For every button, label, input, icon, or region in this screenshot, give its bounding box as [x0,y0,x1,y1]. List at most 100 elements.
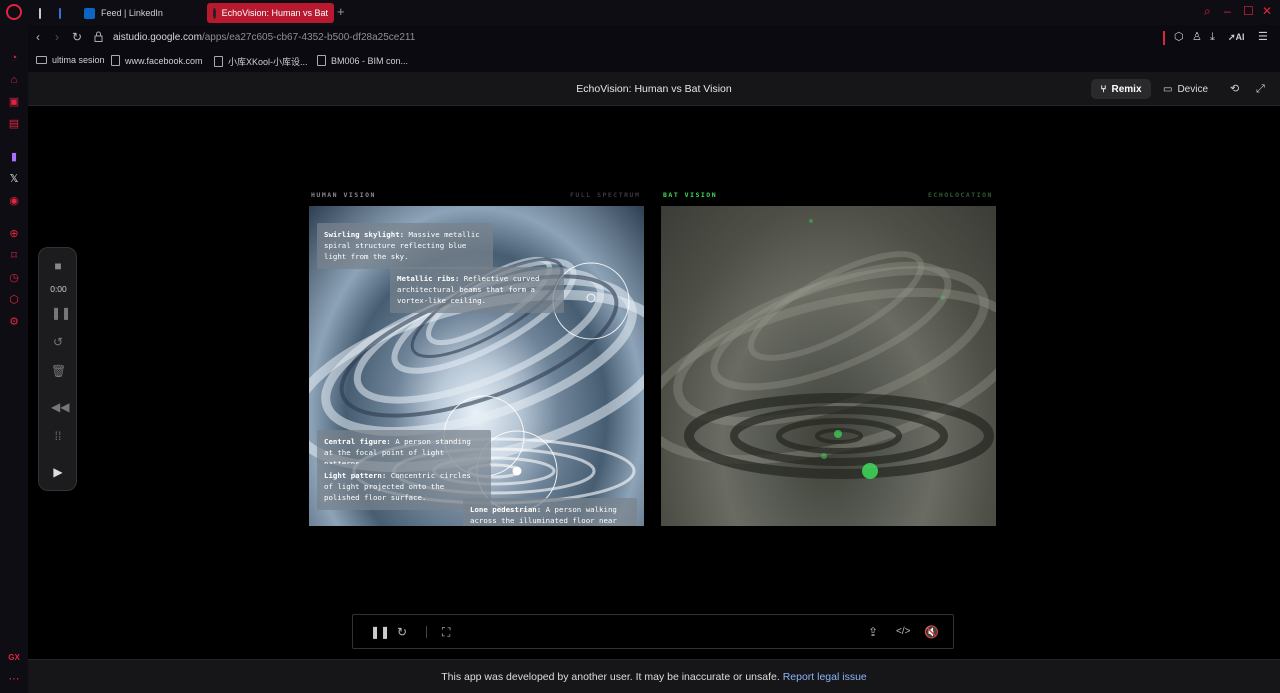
ai-button[interactable]: ➚AI [1228,31,1245,43]
tab-echovision[interactable]: EchoVision: Human vs Bat [207,3,334,23]
page-icon [39,7,41,19]
news-icon[interactable]: ▤ [8,118,20,130]
echolocation-label: ECHOLOCATION [928,191,993,199]
messenger-icon[interactable]: ▣ [8,96,20,108]
maximize-icon[interactable]: ☐ [1243,5,1255,17]
search-icon[interactable]: ⌕ [1204,5,1216,17]
report-legal-issue-link[interactable]: Report legal issue [783,671,867,683]
workspace-icon[interactable]: ⌂ [8,74,20,86]
settings-icon[interactable]: ⚙ [8,316,20,328]
annotation-title: Light pattern: [324,471,387,480]
fullscreen-icon[interactable]: ⛶ [442,625,450,639]
player-controls: ❚❚ ↻ ⛶ ⇪ </> 🔇 [352,614,954,649]
more-icon[interactable]: ⋯ [8,673,20,685]
pause-icon[interactable]: ❚❚ [370,625,390,639]
disclaimer: This app was developed by another user. … [28,671,1280,683]
forward-icon[interactable]: › [55,30,59,44]
address-bar: ‹ › ↻ aistudio.google.com/apps/ea27c605-… [28,25,1280,51]
device-label: Device [1177,83,1209,95]
tab-linkedin[interactable]: Feed | LinkedIn [78,3,203,23]
restart-icon[interactable]: ↺ [51,335,65,349]
human-vision-panel: Swirling skylight: Massive metallic spir… [309,206,644,526]
page-icon [317,55,326,66]
bookmark-item[interactable]: BM006 - BIM con... [317,55,408,66]
remix-button[interactable]: ⑂ Remix [1091,79,1151,99]
annotation-title: Metallic ribs: [397,274,460,283]
lock-icon [94,31,103,42]
twitch-icon[interactable]: ▮ [8,151,20,163]
device-button[interactable]: ▭ Device [1163,79,1208,99]
recorder-toolbar: ■ 0:00 ❚❚ ↺ 🗑 ◀◀ ⁞⁞ ▶ [38,247,77,491]
annotation-title: Lone pedestrian: [470,505,542,514]
refresh-icon[interactable]: ⟲ [1230,83,1239,95]
stop-icon[interactable]: ■ [51,259,65,273]
profile-icon[interactable]: ♙ [1192,31,1202,43]
record-time: 0:00 [50,284,67,294]
history-icon[interactable]: ◷ [8,272,20,284]
divider [426,626,427,638]
gx-icon[interactable]: GX [8,652,20,664]
remix-label: Remix [1111,83,1142,95]
app-frame: EchoVision: Human vs Bat Vision ⑂ Remix ▭… [28,72,1280,693]
tab-blank[interactable] [33,3,51,23]
full-spectrum-label: FULL SPECTRUM [570,191,641,199]
trash-icon[interactable]: 🗑 [51,364,66,378]
mute-icon[interactable]: 🔇 [924,625,939,639]
reload-icon[interactable]: ↻ [72,30,82,44]
extensions-icon[interactable]: ⬡ [8,294,20,306]
download-icon[interactable]: ⤓ [1210,31,1215,43]
annotation-card: Lone pedestrian: A person walking across… [463,498,637,526]
opera-logo-icon[interactable] [6,4,22,20]
echolocation-image [661,219,996,479]
new-tab-button[interactable]: + [337,5,345,19]
url-field[interactable]: aistudio.google.com/apps/ea27c605-cb67-4… [113,32,415,43]
divider [1163,31,1165,45]
annotation-card: Central figure: A person standing at the… [317,430,491,464]
ai-studio-icon [213,7,216,19]
app-footer: This app was developed by another user. … [28,659,1280,693]
bookmarks-bar: ultima sesion www.facebook.com 小库XKool-小… [28,51,1280,72]
ai-label: AI [1235,32,1245,42]
pause-icon[interactable]: ❚❚ [51,306,71,320]
remix-icon: ⑂ [1100,83,1107,95]
human-vision-label: HUMAN VISION [311,191,376,199]
bookmark-label: ultima sesion [52,55,105,65]
extensions-icon[interactable]: ⬡ [1174,31,1184,43]
bookmark-label: www.facebook.com [125,55,203,66]
player-icon[interactable]: ◉ [8,195,20,207]
annotation-card: Metallic ribs: Reflective curved archite… [390,267,564,313]
linkedin-icon [84,7,95,19]
aria-icon[interactable]: ◔ [8,52,20,64]
disclaimer-text: This app was developed by another user. … [441,671,780,683]
bookmark-label: BM006 - BIM con... [331,55,409,66]
rewind-icon[interactable]: ◀◀ [51,400,69,414]
camera-icon[interactable]: ▶ [51,465,65,479]
annotation-title: Swirling skylight: [324,230,405,239]
share-icon[interactable]: ⇪ [868,625,878,639]
bat-vision-label: BAT VISION [663,191,718,199]
tab-bar: Feed | LinkedIn EchoVision: Human vs Bat… [0,0,1280,25]
bookmark-label: 小库XKool-小库设... [228,57,308,67]
pinboard-icon[interactable]: ⌑ [8,250,20,262]
grid-icon[interactable]: ⁞⁞ [51,429,65,443]
bookmark-item[interactable]: 小库XKool-小库设... [214,55,308,68]
tab-label: Feed | LinkedIn [101,8,163,18]
annotation-card: Swirling skylight: Massive metallic spir… [317,223,493,269]
tab-label: EchoVision: Human vs Bat [221,8,328,18]
back-icon[interactable]: ‹ [36,30,40,44]
bookmark-item[interactable]: ultima sesion [36,55,105,65]
annotation-title: Central figure: [324,437,391,446]
opera-sidebar: ◔ ⌂ ▣ ▤ ▮ 𝕏 ◉ ⊕ ⌑ ◷ ⬡ ⚙ GX ⋯ [0,25,28,693]
restart-icon[interactable]: ↻ [397,625,407,639]
code-icon[interactable]: </> [896,625,910,639]
tab-extension[interactable] [53,3,73,23]
bookmark-item[interactable]: www.facebook.com [111,55,203,66]
menu-icon[interactable]: ☰ [1258,31,1268,43]
bat-vision-panel [661,206,996,526]
minimize-icon[interactable]: – [1224,5,1236,17]
app-header: EchoVision: Human vs Bat Vision ⑂ Remix ▭… [28,72,1280,106]
add-icon[interactable]: ⊕ [8,228,20,240]
fullscreen-icon[interactable]: ⤢ [1256,83,1265,95]
close-icon[interactable]: ✕ [1262,5,1274,17]
x-icon[interactable]: 𝕏 [8,173,20,185]
